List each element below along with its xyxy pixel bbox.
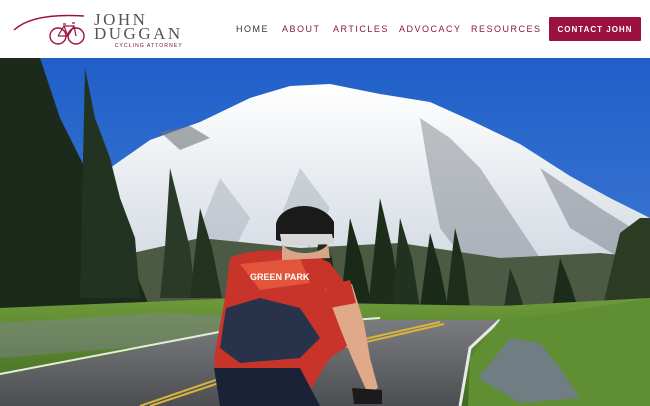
nav-articles[interactable]: ARTICLES	[333, 24, 389, 34]
logo-wordmark: JOHN DUGGAN CYCLING ATTORNEY	[94, 11, 183, 49]
logo-tagline: CYCLING ATTORNEY	[114, 43, 183, 49]
site-logo[interactable]: JOHN DUGGAN CYCLING ATTORNEY	[12, 11, 192, 49]
nav-about[interactable]: ABOUT	[282, 24, 321, 34]
nav-resources[interactable]: RESOURCES	[471, 24, 542, 34]
hero-photo-cyclist-mountain: GREEN PARK	[0, 58, 650, 406]
jersey-text: GREEN PARK	[250, 272, 310, 282]
site-header: JOHN DUGGAN CYCLING ATTORNEY HOME ABOUT …	[0, 0, 650, 58]
contact-john-button[interactable]: CONTACT JOHN	[549, 17, 641, 41]
bicycle-logo-icon	[13, 14, 85, 45]
nav-advocacy[interactable]: ADVOCACY	[399, 24, 462, 34]
nav-home[interactable]: HOME	[236, 24, 269, 34]
hero-image: GREEN PARK	[0, 58, 650, 406]
logo-name-line2: DUGGAN	[94, 24, 183, 43]
